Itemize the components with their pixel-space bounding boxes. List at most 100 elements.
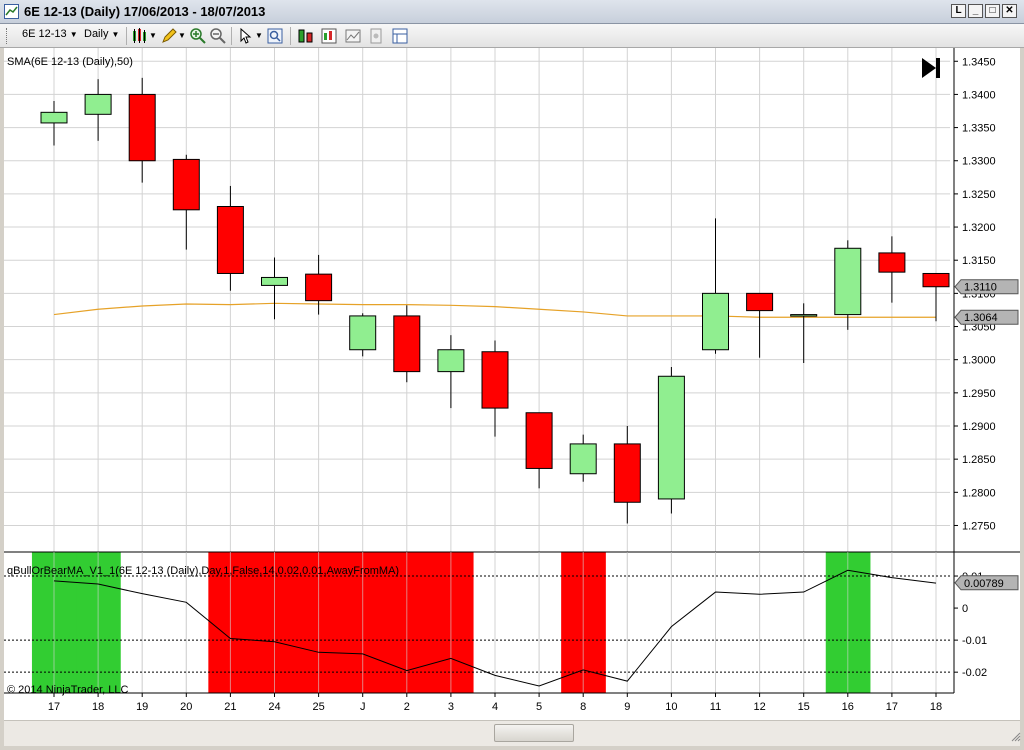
chart-canvas[interactable]: 1.3450 1.3400 1.3350 1.3300 1.3250 1.3200 1.31…	[4, 48, 1020, 720]
horizontal-scrollbar[interactable]	[4, 720, 1020, 746]
x-tick-label: J	[360, 701, 366, 713]
price-tick-label: 1.2800	[962, 487, 996, 499]
price-tick-label: 1.3250	[962, 189, 996, 201]
data-box-icon[interactable]	[320, 27, 338, 45]
last-price-marker-text: 1.3110	[964, 282, 997, 294]
window-title: 6E 12-13 (Daily) 17/06/2013 - 18/07/2013	[24, 4, 266, 19]
minimize-button[interactable]: _	[968, 4, 983, 18]
chevron-down-icon[interactable]: ▼	[149, 31, 157, 40]
x-tick-label: 9	[624, 701, 630, 713]
scrollbar-thumb[interactable]	[494, 724, 574, 742]
interval-label: Daily	[84, 28, 109, 40]
x-tick-label: 3	[448, 701, 454, 713]
indicator-tick-label: 0	[962, 603, 968, 615]
cursor-icon[interactable]	[237, 27, 255, 45]
restore-button[interactable]: □	[985, 4, 1000, 18]
candle-up	[437, 349, 465, 373]
candle-up	[834, 247, 862, 316]
app-icon	[4, 4, 19, 19]
price-tick-label: 1.3400	[962, 89, 996, 101]
close-button[interactable]: ✕	[1002, 4, 1017, 18]
x-tick-label: 5	[536, 701, 542, 713]
x-tick-label: 18	[930, 701, 942, 713]
candle-up	[261, 276, 288, 286]
pencil-icon[interactable]	[160, 27, 178, 45]
chevron-down-icon[interactable]: ▼	[178, 31, 186, 40]
candle-down	[613, 443, 641, 503]
chevron-down-icon[interactable]: ▼	[255, 31, 263, 40]
x-tick-label: 19	[136, 701, 148, 713]
x-tick-label: 2	[404, 701, 410, 713]
indicator-tick-label: -0.01	[962, 635, 987, 647]
sma-value-marker: 1.3064	[954, 309, 1019, 325]
zoom-out-icon[interactable]	[209, 27, 227, 45]
indicator-panel-label: qBullOrBearMA_V1_1(6E 12-13 (Daily),Day,…	[7, 565, 399, 577]
candle-down	[922, 272, 950, 288]
x-tick-label: 11	[710, 701, 721, 713]
sma-value-marker-text: 1.3064	[964, 312, 998, 324]
price-tick-label: 1.3450	[962, 56, 996, 68]
x-tick-label: 17	[48, 701, 60, 713]
toolbar-separator	[231, 27, 232, 45]
price-tick-label: 1.3300	[962, 156, 996, 168]
toolbar-grip	[6, 28, 10, 44]
chart-window[interactable]: 1.3450 1.3400 1.3350 1.3300 1.3250 1.3200 1.31…	[4, 48, 1020, 720]
order-entry-icon[interactable]	[297, 27, 315, 45]
bar-type-icon[interactable]	[131, 27, 149, 45]
x-tick-label: 24	[268, 701, 280, 713]
candle-up	[40, 111, 68, 124]
x-tick-label: 16	[842, 701, 854, 713]
resize-grip-icon[interactable]	[1011, 732, 1021, 742]
x-tick-label: 21	[224, 701, 236, 713]
price-tick-label: 1.2900	[962, 421, 996, 433]
x-tick-label: 17	[886, 701, 898, 713]
candle-down	[128, 93, 156, 162]
price-tick-label: 1.3200	[962, 222, 996, 234]
candle-up	[790, 314, 818, 317]
candle-down	[481, 351, 509, 409]
x-tick-label: 12	[753, 701, 765, 713]
candle-down	[216, 205, 244, 274]
toolbar-separator	[126, 27, 127, 45]
indicator-value-marker-text: 0.00789	[964, 578, 1004, 590]
price-tick-label: 1.2750	[962, 520, 996, 532]
zoom-in-icon[interactable]	[189, 27, 207, 45]
chart-toolbar: 6E 12-13 ▼ Daily ▼ ▼ ▼ ▼	[0, 24, 1024, 48]
candle-up	[702, 292, 729, 351]
x-tick-label: 18	[92, 701, 104, 713]
x-tick-label: 4	[492, 701, 498, 713]
instrument-selector[interactable]: 6E 12-13 ▼	[22, 28, 78, 40]
indicator-tick-label: -0.02	[962, 667, 987, 679]
price-panel-label: SMA(6E 12-13 (Daily),50)	[7, 56, 133, 68]
x-tick-label: 15	[798, 701, 810, 713]
candle-down	[746, 292, 774, 312]
x-tick-label: 20	[180, 701, 192, 713]
candle-up	[84, 93, 112, 115]
chart-image-icon[interactable]	[344, 27, 362, 45]
title-bar: 6E 12-13 (Daily) 17/06/2013 - 18/07/2013…	[0, 0, 1024, 24]
chevron-down-icon: ▼	[69, 30, 78, 39]
candle-down	[172, 158, 200, 211]
copyright-text: © 2014 NinjaTrader, LLC	[7, 684, 128, 696]
candle-up	[349, 315, 377, 351]
candle-down	[393, 315, 421, 373]
panels-icon[interactable]	[391, 27, 409, 45]
price-tick-label: 1.3150	[962, 255, 996, 267]
properties-icon[interactable]	[367, 27, 385, 45]
indicator-value-marker: 0.00789	[954, 575, 1019, 591]
price-tick-label: 1.2850	[962, 454, 996, 466]
price-tick-label: 1.3000	[962, 355, 996, 367]
link-button[interactable]: L	[951, 4, 966, 18]
candle-down	[305, 273, 333, 302]
interval-selector[interactable]: Daily ▼	[84, 28, 119, 40]
search-icon[interactable]	[266, 27, 284, 45]
x-tick-label: 8	[580, 701, 586, 713]
toolbar-separator	[290, 27, 291, 45]
price-tick-label: 1.2950	[962, 388, 996, 400]
candle-down	[525, 412, 553, 469]
chevron-down-icon: ▼	[111, 30, 120, 39]
candle-down	[878, 252, 906, 273]
x-tick-label: 25	[312, 701, 324, 713]
candle-up	[569, 443, 597, 475]
candle-up	[657, 375, 685, 500]
